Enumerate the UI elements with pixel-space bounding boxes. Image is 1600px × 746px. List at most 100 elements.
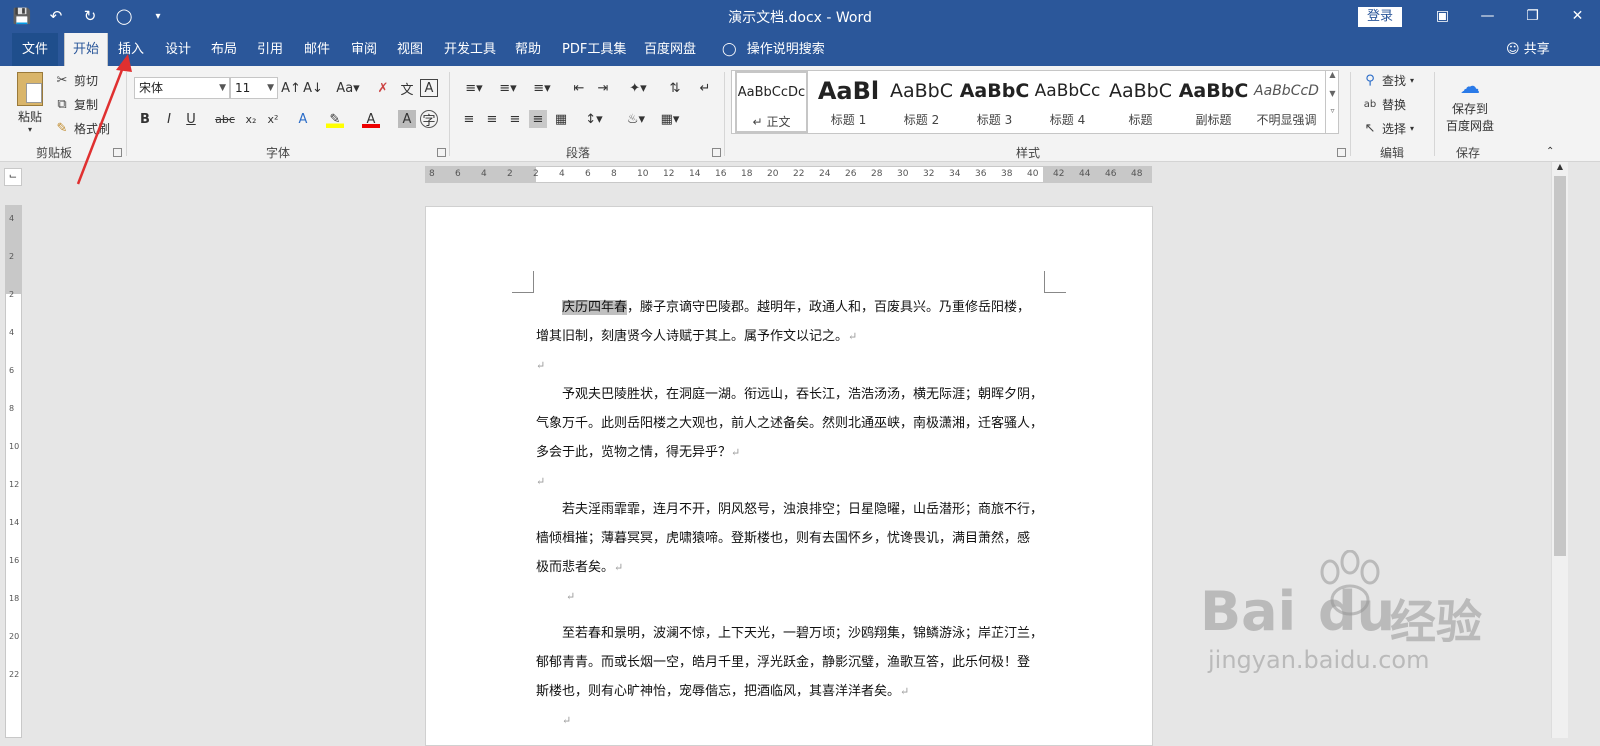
font-launcher-icon[interactable]	[437, 148, 446, 157]
ruler-tick: 2	[9, 290, 15, 299]
tab-developer[interactable]: 开发工具	[438, 33, 502, 66]
tab-help[interactable]: 帮助	[509, 33, 547, 66]
underline-icon[interactable]: U	[182, 110, 200, 128]
ruler-tick: 22	[793, 169, 805, 179]
vertical-ruler[interactable]: 4 2 2 4 6 8 10 12 14 16 18 20 22	[5, 205, 22, 738]
show-marks-icon[interactable]: ↵	[696, 79, 714, 97]
align-center-icon[interactable]: ≡	[483, 110, 501, 128]
style-heading-1[interactable]: AaBl 标题 1	[812, 71, 885, 133]
save-to-baidu-button[interactable]: ☁ 保存到 百度网盘	[1440, 74, 1500, 134]
paragraph-2[interactable]: 予观夫巴陵胜状，在洞庭一湖。衔远山，吞长江，浩浩汤汤，横无际涯；朝晖夕阴， 气象…	[536, 380, 1046, 496]
replace-label: 替换	[1382, 98, 1407, 112]
bullets-icon[interactable]: ≡▾	[460, 79, 488, 97]
style-normal[interactable]: AaBbCcDc ↵ 正文	[735, 71, 808, 133]
borders-icon[interactable]: ▦▾	[656, 110, 684, 128]
login-button[interactable]: 登录	[1358, 7, 1402, 27]
shrink-font-icon[interactable]: A↓	[303, 79, 323, 97]
chevron-up-icon[interactable]: ▲	[1326, 70, 1339, 79]
justify-icon[interactable]: ≡	[529, 110, 547, 128]
find-button[interactable]: ⚲ 查找 ▾	[1362, 72, 1414, 89]
separator	[1434, 72, 1435, 156]
highlight-icon[interactable]: ✎	[326, 110, 344, 128]
more-icon[interactable]: ▿	[1326, 106, 1339, 115]
tab-mailings[interactable]: 邮件	[298, 33, 336, 66]
clear-format-icon[interactable]: ✗	[374, 79, 392, 97]
select-button[interactable]: ↖ 选择 ▾	[1362, 120, 1414, 137]
grow-font-icon[interactable]: A↑	[281, 79, 301, 97]
style-heading-3[interactable]: AaBbC 标题 3	[958, 71, 1031, 133]
restore-icon[interactable]: ❐	[1510, 4, 1555, 28]
styles-launcher-icon[interactable]	[1337, 148, 1346, 157]
font-size-combo[interactable]: 11 ▼	[230, 77, 278, 99]
line-spacing-icon[interactable]: ↕▾	[580, 110, 608, 128]
person-icon: ☺	[1506, 42, 1520, 57]
text-effects-icon[interactable]: A	[294, 110, 312, 128]
collapse-ribbon-icon[interactable]: ⌃	[1546, 146, 1554, 157]
style-preview: AaBbCcD	[1254, 83, 1319, 99]
paragraph-icon: ↵	[752, 115, 763, 129]
vertical-scrollbar[interactable]: ▲	[1551, 162, 1568, 738]
align-right-icon[interactable]: ≡	[506, 110, 524, 128]
style-preview: AaBbC	[959, 80, 1030, 102]
style-subtle-emphasis[interactable]: AaBbCcD 不明显强调	[1250, 71, 1323, 133]
tab-design[interactable]: 设计	[159, 33, 197, 66]
chevron-down-icon[interactable]: ▼	[1326, 89, 1339, 98]
tab-pdf-tools[interactable]: PDF工具集	[556, 33, 632, 66]
char-shading-icon[interactable]: A	[398, 110, 416, 128]
tab-selector-icon[interactable]: ⌙	[4, 168, 22, 186]
tab-view[interactable]: 视图	[391, 33, 429, 66]
tab-references[interactable]: 引用	[251, 33, 289, 66]
superscript-icon[interactable]: x²	[264, 110, 282, 128]
style-title[interactable]: AaBbC 标题	[1104, 71, 1177, 133]
shading-icon[interactable]: ♨▾	[622, 110, 650, 128]
scrollbar-thumb[interactable]	[1554, 176, 1566, 556]
paragraph-1[interactable]: 庆历四年春，滕子京谪守巴陵郡。越明年，政通人和，百废具兴。乃重修岳阳楼， 增其旧…	[536, 293, 1046, 380]
sort-icon[interactable]: ⇅	[666, 79, 684, 97]
close-icon[interactable]: ✕	[1555, 4, 1600, 28]
ribbon-display-icon[interactable]: ▣	[1420, 4, 1465, 28]
paragraph-3[interactable]: 若夫淫雨霏霏，连月不开，阴风怒号，浊浪排空；日星隐曜，山岳潜形；商旅不行， 樯倾…	[536, 495, 1046, 611]
selected-text[interactable]: 庆历四年春	[562, 300, 628, 315]
font-name-combo[interactable]: 宋体 ▼	[134, 77, 230, 99]
paragraph-launcher-icon[interactable]	[712, 148, 721, 157]
italic-icon[interactable]: I	[160, 110, 178, 128]
separator	[449, 72, 450, 156]
align-left-icon[interactable]: ≡	[460, 110, 478, 128]
change-case-icon[interactable]: Aa▾	[334, 79, 362, 97]
tab-baidu-pan[interactable]: 百度网盘	[638, 33, 702, 66]
char-border-icon[interactable]: A	[420, 79, 438, 97]
tab-layout[interactable]: 布局	[205, 33, 243, 66]
strikethrough-icon[interactable]: abc	[215, 110, 235, 128]
replace-button[interactable]: ab 替换	[1362, 96, 1406, 113]
horizontal-ruler[interactable]: 8 6 4 2 2 4 6 8 10 12 14 16 18 20 22 24 26 28 30 32 34 36 38 40…	[425, 166, 1152, 183]
decrease-indent-icon[interactable]: ⇤	[570, 79, 588, 97]
subscript-icon[interactable]: x₂	[242, 110, 260, 128]
window-controls: ▣ — ❐ ✕	[1420, 4, 1600, 28]
numbering-icon[interactable]: ≡▾	[494, 79, 522, 97]
increase-indent-icon[interactable]: ⇥	[594, 79, 612, 97]
styles-gallery-scroll[interactable]: ▲ ▼ ▿	[1325, 70, 1339, 134]
style-heading-4[interactable]: AaBbCc 标题 4	[1031, 71, 1104, 133]
distributed-icon[interactable]: ▦	[552, 110, 570, 128]
tell-me-search[interactable]: ◯ 操作说明搜索	[716, 33, 831, 66]
tab-review[interactable]: 审阅	[345, 33, 383, 66]
style-subtitle[interactable]: AaBbC 副标题	[1177, 71, 1250, 133]
paragraph-4[interactable]: 至若春和景明，波澜不惊，上下天光，一碧万顷；沙鸥翔集，锦鳞游泳；岸芷汀兰， 郁郁…	[536, 619, 1046, 735]
style-heading-2[interactable]: AaBbC 标题 2	[885, 71, 958, 133]
minimize-icon[interactable]: —	[1465, 4, 1510, 28]
font-color-icon[interactable]: A	[362, 110, 380, 128]
tab-file[interactable]: 文件	[12, 33, 59, 66]
replace-icon: ab	[1363, 99, 1377, 110]
paste-button[interactable]: 粘贴 ▾	[12, 72, 48, 134]
chinese-layout-icon[interactable]: ✦▾	[624, 79, 652, 97]
text-line: 至若春和景明，波澜不惊，上下天光，一碧万顷；沙鸥翔集，锦鳞游泳；岸芷汀兰，	[562, 626, 1044, 641]
multilevel-list-icon[interactable]: ≡▾	[528, 79, 556, 97]
enclose-char-icon[interactable]: 字	[420, 110, 438, 129]
share-button[interactable]: ☺ 共享	[1500, 33, 1556, 66]
pinyin-guide-icon[interactable]: 文	[398, 79, 416, 98]
styles-group-label: 样式	[1016, 146, 1041, 160]
copy-icon: ⧉	[57, 97, 67, 112]
ruler-tick: 32	[923, 169, 935, 179]
chevron-up-icon[interactable]: ▲	[1552, 162, 1568, 171]
document-page[interactable]: 庆历四年春，滕子京谪守巴陵郡。越明年，政通人和，百废具兴。乃重修岳阳楼， 增其旧…	[425, 206, 1153, 746]
